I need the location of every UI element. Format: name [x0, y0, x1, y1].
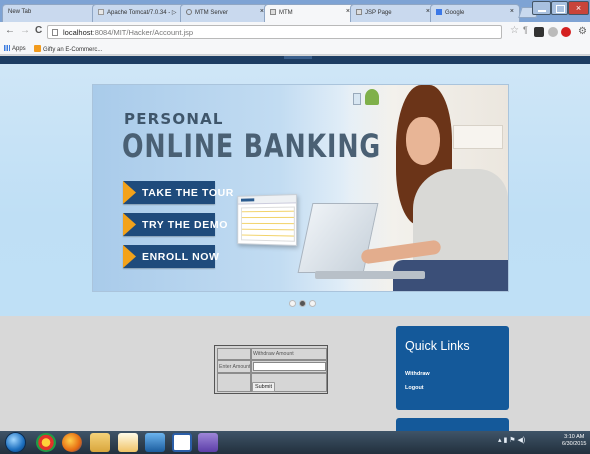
bookmarks-bar: Apps Gifty an E-Commerc...	[0, 42, 590, 55]
tab-label: JSP Page	[365, 10, 392, 16]
bookmark-apps[interactable]: Apps	[4, 45, 26, 52]
taskbar-clock[interactable]: 3:10 AM 6/30/2015	[562, 434, 586, 448]
apps-icon	[4, 45, 10, 51]
enter-amount-label: Enter Amount	[217, 360, 251, 373]
laptop-base-image	[315, 271, 425, 279]
amount-cell	[251, 360, 327, 373]
banking-banner: PERSONAL ONLINE BANKING TAKE THE TOUR TR…	[92, 84, 509, 292]
close-icon: ×	[575, 3, 582, 13]
maximize-button[interactable]	[551, 1, 568, 15]
google-icon	[436, 9, 442, 15]
visual-studio-icon[interactable]	[198, 433, 218, 452]
quick-links-title: Quick Links	[405, 339, 470, 353]
shopping-icon	[34, 45, 41, 52]
close-window-button[interactable]: ×	[568, 1, 589, 15]
word-icon[interactable]	[172, 433, 192, 452]
browser-tab-strip: New Tab × Apache Tomcat/7.0.34 - ▷ × MTM…	[0, 0, 590, 22]
clock-date: 6/30/2015	[562, 441, 587, 447]
site-top-bar	[0, 56, 590, 64]
screenshot-logo	[240, 198, 255, 202]
settings-icon[interactable]: ⚙	[578, 26, 587, 37]
screenshot-table	[240, 206, 295, 242]
start-button[interactable]	[5, 432, 26, 453]
tab-jsp-page[interactable]: JSP Page ×	[350, 4, 436, 22]
tab-label: Google	[445, 10, 465, 16]
amount-input[interactable]	[253, 362, 326, 371]
bookmark-label: Gifty an E-Commerc...	[43, 47, 103, 53]
java-icon[interactable]	[118, 433, 138, 452]
windows-taskbar: ▴ ▮ ⚑ ◀) 3:10 AM 6/30/2015	[0, 431, 590, 454]
submit-button[interactable]: Submit	[252, 382, 275, 392]
woman-photo-face	[406, 117, 440, 165]
try-the-demo-button[interactable]: TRY THE DEMO	[123, 213, 227, 236]
secondary-panel	[396, 418, 509, 431]
minimize-button[interactable]	[532, 1, 551, 15]
tab-new-tab[interactable]: New Tab ×	[2, 4, 102, 22]
tab-google[interactable]: Google ×	[430, 4, 520, 22]
bookmark-star-icon[interactable]: ☆	[510, 25, 519, 36]
chrome-icon[interactable]	[36, 433, 56, 452]
page-icon	[270, 9, 276, 15]
mug-decoration	[353, 93, 361, 105]
clock-time: 3:10 AM	[564, 434, 585, 440]
tab-label: MTM Server	[195, 10, 228, 16]
withdraw-form: Withdraw Amount Enter Amount Submit	[214, 345, 328, 394]
form-cell	[217, 348, 251, 360]
loading-icon	[186, 9, 192, 15]
logout-link[interactable]: Logout	[405, 385, 424, 391]
enroll-now-button[interactable]: ENROLL NOW	[123, 245, 219, 268]
form-cell	[217, 373, 251, 392]
tab-label: New Tab	[8, 9, 32, 15]
netbeans-icon[interactable]	[145, 433, 165, 452]
tab-mtm-server[interactable]: MTM Server ×	[180, 4, 270, 22]
web-page: PERSONAL ONLINE BANKING TAKE THE TOUR TR…	[0, 56, 590, 431]
extension-icon[interactable]	[548, 27, 558, 37]
carousel-dot[interactable]	[289, 300, 296, 307]
file-explorer-icon[interactable]	[90, 433, 110, 452]
address-path: :8084/MIT/Hacker/Account.jsp	[92, 28, 194, 37]
bookmark-gifty[interactable]: Gifty an E-Commerc...	[34, 45, 102, 53]
page-icon	[98, 9, 104, 15]
address-bar[interactable]: localhost:8084/MIT/Hacker/Account.jsp	[47, 25, 502, 39]
extension-icon[interactable]: ¶	[523, 25, 533, 35]
page-info-icon	[52, 29, 58, 36]
system-tray: ▴ ▮ ⚑ ◀)	[498, 436, 525, 444]
page-icon	[356, 9, 362, 15]
network-icon[interactable]: ▮	[503, 437, 507, 444]
tab-apache-tomcat[interactable]: Apache Tomcat/7.0.34 - ▷ ×	[92, 4, 192, 22]
tab-label: MTM	[279, 10, 293, 16]
flag-icon[interactable]: ⚑	[509, 437, 515, 444]
banner-heading-small: PERSONAL	[124, 110, 224, 128]
withdraw-amount-heading: Withdraw Amount	[251, 348, 327, 360]
forward-icon[interactable]: →	[20, 25, 30, 36]
volume-icon[interactable]: ◀)	[518, 437, 526, 444]
take-the-tour-button[interactable]: TAKE THE TOUR	[123, 181, 233, 204]
withdraw-link[interactable]: Withdraw	[405, 371, 430, 377]
plant-decoration	[365, 89, 379, 105]
bookmark-label: Apps	[12, 46, 26, 52]
tab-label: Apache Tomcat/7.0.34 - ▷	[107, 10, 177, 16]
carousel-dot-active[interactable]	[299, 300, 306, 307]
tray-up-icon[interactable]: ▴	[498, 437, 502, 444]
quick-links-panel: Quick Links Withdraw Logout	[396, 326, 509, 410]
firefox-icon[interactable]	[62, 433, 82, 452]
tab-mtm[interactable]: MTM ×	[264, 4, 356, 22]
address-host: localhost	[63, 28, 93, 37]
nav-tab-indicator	[284, 56, 312, 59]
close-icon[interactable]: ×	[510, 8, 514, 15]
back-icon[interactable]: ←	[5, 25, 15, 36]
browser-toolbar: ← → C localhost:8084/MIT/Hacker/Account.…	[0, 22, 590, 42]
banner-heading-large: ONLINE BANKING	[122, 127, 382, 165]
carousel-dot[interactable]	[309, 300, 316, 307]
banking-screenshot-image	[237, 193, 298, 247]
extension-icon[interactable]	[534, 27, 544, 37]
reload-icon[interactable]: C	[35, 25, 42, 36]
shelf-decoration	[453, 125, 503, 149]
adblock-icon[interactable]	[561, 27, 571, 37]
